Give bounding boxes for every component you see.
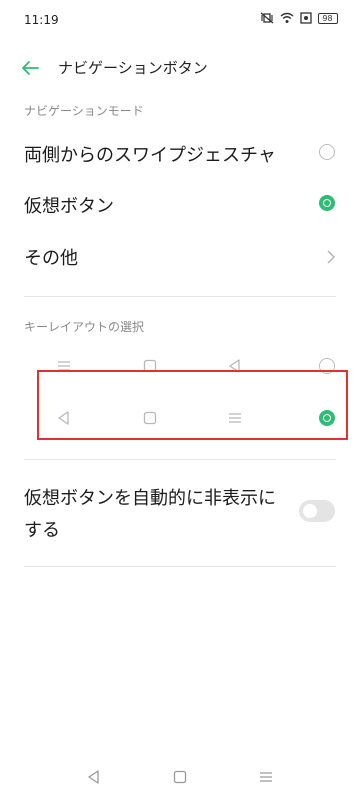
system-nav-bar — [0, 755, 360, 800]
home-square-icon[interactable] — [172, 769, 188, 785]
screen-record-icon — [300, 12, 312, 24]
battery-level: 98 — [322, 13, 333, 23]
auto-hide-label-line1: 仮想ボタンを自動的に非表示に — [24, 488, 276, 509]
back-arrow-icon[interactable] — [18, 56, 42, 80]
back-triangle-icon[interactable] — [86, 769, 102, 785]
auto-hide-toggle[interactable] — [299, 500, 335, 522]
page-title: ナビゲーションボタン — [58, 59, 208, 77]
toggle-knob — [303, 504, 317, 518]
mode-option-swipe[interactable]: 両側からのスワイプジェスチャ — [0, 130, 360, 176]
section-label-layout: キーレイアウトの選択 — [24, 320, 145, 334]
auto-hide-label-line2: する — [24, 520, 60, 541]
divider — [24, 296, 336, 297]
section-label-mode: ナビゲーションモード — [24, 104, 144, 118]
mode-option-other[interactable]: その他 — [0, 233, 360, 279]
mode-option-label: 両側からのスワイプジェスチャ — [24, 145, 276, 166]
status-time: 11:19 — [24, 13, 59, 27]
status-bar: 11:19 98 — [0, 0, 360, 40]
selection-highlight-box — [37, 370, 348, 440]
vibrate-mute-icon — [260, 12, 274, 24]
battery-icon: 98 — [318, 12, 338, 24]
radio-button-selected[interactable] — [319, 195, 335, 211]
status-icons: 98 — [260, 12, 338, 24]
radio-button[interactable] — [319, 144, 335, 160]
chevron-right-icon — [327, 250, 336, 264]
mode-option-label: その他 — [24, 248, 78, 269]
divider — [24, 566, 336, 567]
divider — [24, 459, 336, 460]
mode-option-label: 仮想ボタン — [24, 196, 114, 217]
menu-icon[interactable] — [258, 769, 274, 785]
wifi-icon — [280, 12, 294, 23]
mode-option-virtual-buttons[interactable]: 仮想ボタン — [0, 181, 360, 227]
header: ナビゲーションボタン — [0, 52, 360, 82]
